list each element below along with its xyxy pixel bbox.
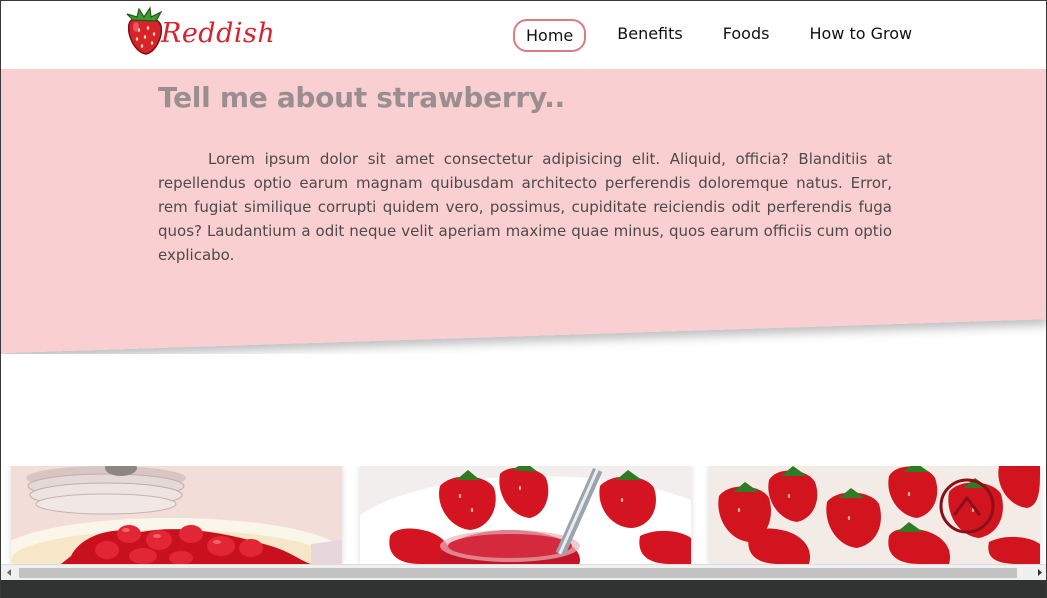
gallery-card-tart[interactable] [11, 466, 342, 564]
nav-home-link[interactable]: Home [513, 19, 587, 52]
site-header: Reddish Home Benefits Foods How to Grow [1, 1, 1046, 67]
strawberry-jam-image [360, 466, 691, 564]
brand-logo[interactable]: Reddish [121, 6, 275, 58]
gallery-card-jam[interactable] [360, 466, 691, 564]
strawberry-tart-image [11, 466, 342, 564]
hero-title: Tell me about strawberry.. [158, 81, 565, 114]
nav-how-to-grow-link[interactable]: How to Grow [809, 24, 912, 43]
page: Reddish Home Benefits Foods How to Grow … [0, 0, 1047, 598]
gallery-card-dessert[interactable] [709, 466, 1040, 564]
scroll-right-arrow-icon[interactable] [1031, 565, 1046, 580]
strawberry-dessert-image [709, 466, 1040, 564]
photo-gallery [1, 466, 1046, 564]
bottom-background-strip [1, 580, 1046, 598]
horizontal-scrollbar[interactable] [1, 564, 1046, 580]
hero-body-text: Lorem ipsum dolor sit amet consectetur a… [158, 150, 892, 264]
nav-benefits-link[interactable]: Benefits [617, 24, 683, 43]
brand-name: Reddish [161, 18, 276, 49]
main-nav: Home Benefits Foods How to Grow [513, 19, 912, 52]
nav-foods-link[interactable]: Foods [723, 24, 770, 43]
scrollbar-thumb[interactable] [19, 568, 1017, 578]
scroll-left-arrow-icon[interactable] [1, 565, 18, 580]
